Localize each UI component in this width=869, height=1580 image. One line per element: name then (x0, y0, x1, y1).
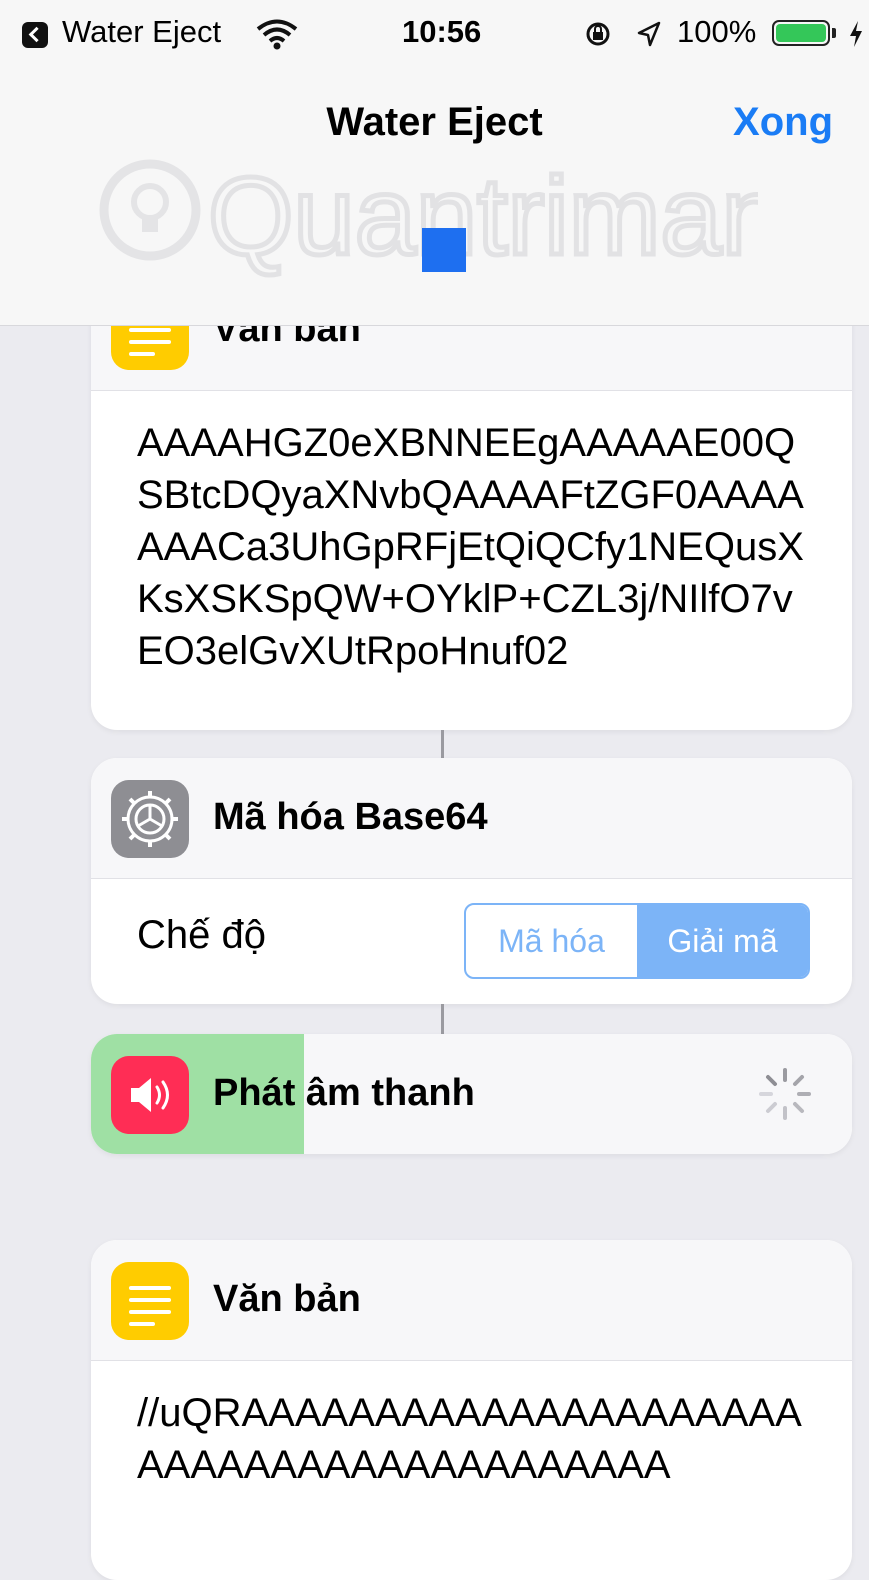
status-bar: Water Eject 10:56 100% (0, 0, 869, 70)
base64-action-title: Mã hóa Base64 (213, 796, 488, 838)
text-action-card-2[interactable]: Văn bản //uQRAAAAAAAAAAAAAAAAAAAAAAAAAAA… (91, 1240, 852, 1580)
action-connector (441, 730, 444, 758)
back-arrow-icon[interactable] (22, 22, 48, 48)
base64-action-card[interactable]: Mã hóa Base64 Chế độ Mã hóa Giải mã (91, 758, 852, 1004)
done-button[interactable]: Xong (733, 100, 833, 145)
status-time: 10:56 (402, 14, 482, 49)
mode-decode-segment[interactable]: Giải mã (637, 905, 808, 977)
text-action-card-1[interactable]: Văn bản AAAAHGZ0eXBNNEEgAAAAAE00QSBtcDQy… (91, 270, 852, 730)
navigation-bar: Water Eject Xong Quantrimang (0, 70, 869, 326)
text-action-content[interactable]: //uQRAAAAAAAAAAAAAAAAAAAAAAAAAAAAAAAAAAA… (91, 1361, 852, 1491)
play-sound-action-title: Phát âm thanh (213, 1072, 475, 1114)
speaker-icon (111, 1056, 189, 1134)
play-sound-action-card[interactable]: Phát âm thanh (91, 1034, 852, 1154)
loading-spinner-icon (759, 1068, 811, 1120)
charging-bolt-icon (850, 21, 862, 47)
mode-row: Chế độ Mã hóa Giải mã (91, 879, 852, 999)
action-connector (441, 1004, 444, 1034)
play-sound-action-header[interactable]: Phát âm thanh (91, 1034, 852, 1154)
base64-action-header[interactable]: Mã hóa Base64 (91, 758, 852, 879)
mode-segmented-control[interactable]: Mã hóa Giải mã (464, 903, 810, 979)
location-icon (637, 21, 661, 47)
svg-text:Quantrimang: Quantrimang (208, 155, 758, 278)
orientation-lock-icon (586, 22, 610, 46)
back-app-label[interactable]: Water Eject (62, 14, 221, 50)
wifi-icon (256, 19, 298, 50)
mode-encode-segment[interactable]: Mã hóa (466, 905, 637, 977)
gear-icon (111, 780, 189, 858)
text-action-header[interactable]: Văn bản (91, 1240, 852, 1361)
text-icon (111, 1262, 189, 1340)
battery-percentage: 100% (677, 14, 757, 49)
battery-cap (832, 28, 836, 38)
battery-fill (776, 24, 826, 42)
text-action-title: Văn bản (213, 1278, 361, 1320)
text-cursor (422, 228, 466, 272)
text-action-content[interactable]: AAAAHGZ0eXBNNEEgAAAAAE00QSBtcDQyaXNvbQAA… (91, 391, 852, 677)
battery-icon (772, 20, 830, 46)
mode-label: Chế độ (137, 913, 266, 957)
